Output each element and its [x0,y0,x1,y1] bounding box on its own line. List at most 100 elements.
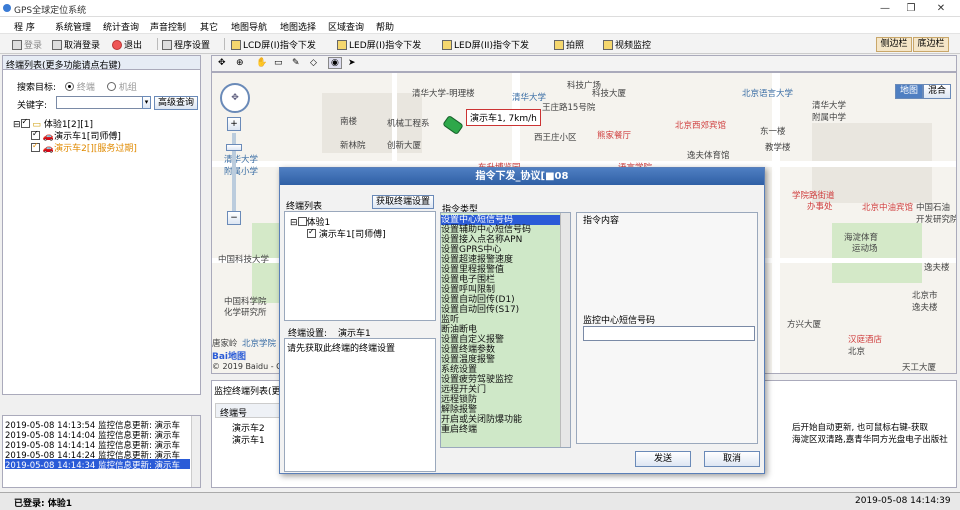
checkbox[interactable] [297,217,307,226]
status-bar: 已登录: 体验1 2019-05-08 14:14:39 [0,492,960,510]
log-row: 2019-05-08 14:13:54 监控信息更新: 演示车 [5,421,181,429]
minimize-button[interactable]: — [874,2,896,15]
pointer-icon[interactable]: ➤ [348,58,356,68]
table-row[interactable]: 演示车1 [232,433,265,446]
keyword-label: 关键字: [17,101,48,111]
checkbox[interactable] [31,129,40,140]
dialog-tree-car[interactable]: 演示车1[司师傅] [307,227,386,240]
keyword-input[interactable] [56,96,150,109]
menu-system[interactable]: 系统管理 [55,20,91,33]
command-item[interactable]: 设置终端参数 [441,345,569,355]
command-item[interactable]: 远程开关门 [441,385,569,395]
map-poi: 开发研究院 [916,215,957,225]
vehicle-marker-icon[interactable] [442,114,464,136]
settings-button[interactable]: 程序设置 [162,38,210,51]
command-item[interactable]: 设置接入点名称APN [441,235,569,245]
zoom-in-button[interactable]: + [227,117,241,131]
command-item[interactable]: 系统设置 [441,365,569,375]
map-poi: 机械工程系 [387,119,430,129]
checkbox[interactable] [31,141,40,152]
zoom-slider-handle[interactable] [226,144,242,151]
sidebar-toggle-button[interactable]: 侧边栏 [876,37,912,52]
cancel-button[interactable]: 取消 [704,451,760,467]
led1-button[interactable]: LED屏(I)指令下发 [337,38,421,51]
checkbox[interactable] [307,227,316,238]
command-item[interactable]: 设置自定义报警 [441,335,569,345]
menu-stats[interactable]: 统计查询 [103,20,139,33]
user-icon [12,40,22,50]
tree-node-car2[interactable]: 🚗演示车2[][服务过期] [31,141,137,154]
command-item[interactable]: 设置温度报警 [441,355,569,365]
command-item[interactable]: 开启或关闭防爆功能 [441,415,569,425]
dialog-terminal-tree: ⊟体验1 演示车1[司师傅] [284,211,436,321]
photo-button[interactable]: 拍照 [554,38,584,51]
exit-button[interactable]: 退出 [112,38,142,51]
login-button[interactable]: 登录 [12,38,42,51]
checkbox[interactable] [20,117,30,128]
login-status: 已登录: 体验1 [14,499,72,509]
command-item[interactable]: 监听 [441,315,569,325]
eye-icon[interactable]: ◉ [328,57,342,69]
zoom-out-button[interactable]: − [227,211,241,225]
command-item[interactable]: 远程锁防 [441,395,569,405]
command-item[interactable]: 设置自动回传(D1) [441,295,569,305]
map-poi: 北京语言大学 [742,89,794,99]
log-scrollbar[interactable] [191,416,200,487]
map-poi: 北京学院 [242,339,277,349]
close-button[interactable]: ✕ [930,2,952,15]
log-row: 2019-05-08 14:14:14 监控信息更新: 演示车 [5,441,181,449]
terminal-setting-box: 请先获取此终端的终端设置 [284,338,436,472]
map-poi: 创新大厦 [387,141,422,151]
bottombar-toggle-button[interactable]: 底边栏 [913,37,949,52]
map-type-button[interactable]: 地图 [895,84,923,99]
restore-button[interactable]: ❐ [900,2,922,15]
map-toolbar: ✥ ⊕ ✋ ▭ ✎ ◇ ◉ ➤ [211,55,957,72]
info-text: 海淀区双清路,嘉青华同方光盘电子出版社 [792,435,948,445]
menu-sound[interactable]: 声音控制 [150,20,186,33]
hybrid-type-button[interactable]: 混合 [923,84,951,99]
command-item[interactable]: 设置自动回传(S17) [441,305,569,315]
command-item[interactable]: 重启终端 [441,425,569,435]
lcd1-button[interactable]: LCD屏(I)指令下发 [231,38,316,51]
command-item[interactable]: 设置呼叫限制 [441,285,569,295]
menu-map-select[interactable]: 地图选择 [280,20,316,33]
pan-icon[interactable]: ✥ [218,58,226,68]
menu-program[interactable]: 程 序 [14,20,35,33]
log-panel: 2019-05-08 14:13:54 监控信息更新: 演示车 2019-05-… [2,415,201,488]
command-list-scrollbar[interactable] [560,213,570,447]
hand-icon[interactable]: ✋ [256,58,267,68]
command-item[interactable]: 设置超速报警速度 [441,255,569,265]
measure-icon[interactable]: ▭ [274,58,283,68]
radio-terminal[interactable]: 终端 [65,80,95,93]
command-item[interactable]: 设置电子围栏 [441,275,569,285]
video-button[interactable]: 视频监控 [603,38,651,51]
command-item[interactable]: 设置里程报警值 [441,265,569,275]
send-button[interactable]: 发送 [635,451,691,467]
command-item[interactable]: 断油断电 [441,325,569,335]
eraser-icon[interactable]: ◇ [310,58,317,68]
log-row-selected[interactable]: 2019-05-08 14:14:34 监控信息更新: 演示车 [5,459,190,469]
command-item[interactable]: 解除报警 [441,405,569,415]
map-poi: 办事处 [807,202,833,212]
pan-control[interactable]: ✥ [220,83,250,113]
menu-other[interactable]: 其它 [200,20,218,33]
menu-help[interactable]: 帮助 [376,20,394,33]
zoom-icon[interactable]: ⊕ [236,58,244,68]
radio-group[interactable]: 机组 [107,80,137,93]
command-content-label: 指令内容 [583,213,620,226]
led2-button[interactable]: LED屏(II)指令下发 [442,38,529,51]
keyword-dropdown-button[interactable]: ▾ [142,96,151,109]
advanced-search-button[interactable]: 高级查询 [154,96,198,110]
pin-icon[interactable]: ✎ [292,58,300,68]
command-item[interactable]: 设置疲劳驾驶监控 [441,375,569,385]
sms-number-input[interactable] [583,326,755,341]
get-terminal-settings-button[interactable]: 获取终端设置 [372,195,434,209]
command-item[interactable]: 设置GPRS中心 [441,245,569,255]
command-item-selected[interactable]: 设置中心短信号码 [441,215,569,225]
cancel-login-button[interactable]: 取消登录 [52,38,100,51]
map-poi: 化学研究所 [224,308,267,318]
menu-area-query[interactable]: 区域查询 [328,20,364,33]
menu-map-nav[interactable]: 地图导航 [231,20,267,33]
command-item[interactable]: 设置辅助中心短信号码 [441,225,569,235]
monitor-list-header: 监控终端列表(更 [214,387,281,397]
